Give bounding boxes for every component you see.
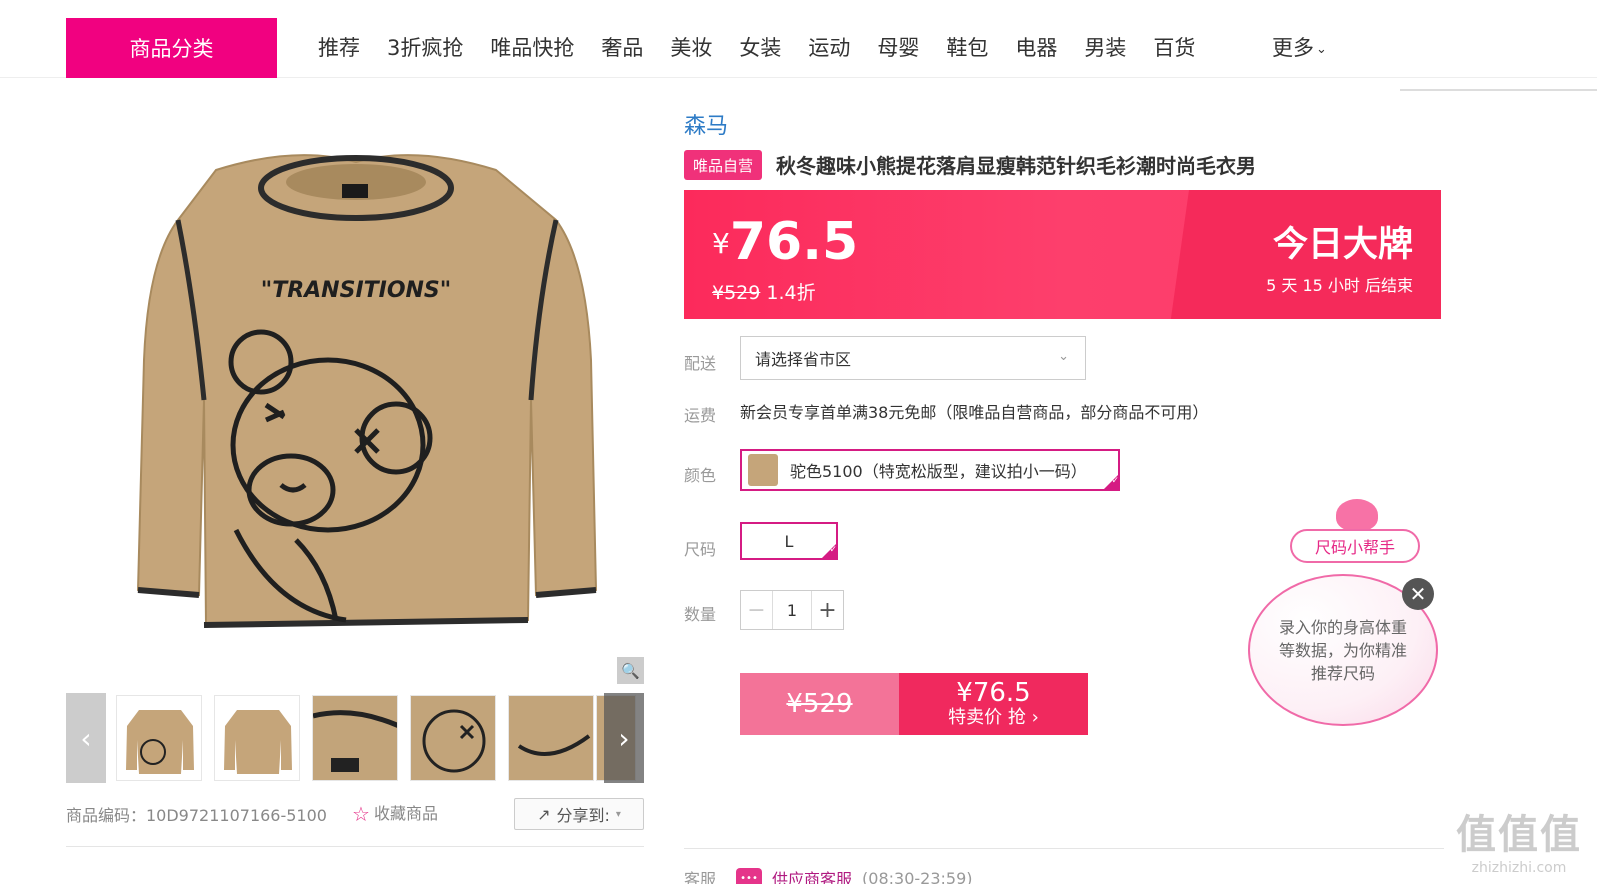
chevron-down-icon: ⌄ (1058, 349, 1069, 364)
countdown-text: 5 天 15 小时 后结束 (1266, 276, 1413, 295)
watermark: 值值值 zhizhizhi.com (1444, 802, 1594, 876)
original-price: ¥529 1.4折 (712, 278, 816, 305)
share-icon: ↗ (537, 804, 551, 824)
nav-item-recommend[interactable]: 推荐 (318, 32, 360, 62)
quantity-input[interactable]: 1 (773, 591, 811, 629)
nav-item-30-off[interactable]: 3折疯抢 (387, 32, 463, 62)
delivery-label: 配送 (684, 354, 717, 373)
share-button[interactable]: ↗ 分享到: ▾ (514, 798, 644, 830)
buy-now-label: 特卖价 抢 › (948, 707, 1039, 728)
current-price-value: 76.5 (729, 212, 859, 272)
nav-item-appliances[interactable]: 电器 (1015, 32, 1057, 62)
divider (684, 848, 1444, 849)
divider (66, 846, 644, 847)
original-price-value: ¥529 (712, 282, 761, 304)
region-select[interactable]: 请选择省市区 ⌄ (740, 336, 1086, 380)
thumbnail[interactable] (410, 695, 496, 781)
watermark-logo: 值值值 (1456, 812, 1582, 858)
caret-down-icon: ▾ (615, 808, 621, 820)
nav-item-beauty[interactable]: 美妆 (670, 32, 712, 62)
nav-item-luxury[interactable]: 奢品 (601, 32, 643, 62)
discount-label: 1.4折 (766, 282, 816, 304)
color-swatch-image (748, 454, 778, 486)
size-option-selected[interactable]: L (740, 522, 838, 560)
watermark-url: zhizhizhi.com (1471, 860, 1567, 876)
chevron-down-icon: ⌄ (1316, 41, 1327, 57)
star-icon: ☆ (352, 802, 370, 826)
nav-more[interactable]: 更多 ⌄ (1272, 32, 1327, 62)
shipping-info: 新会员专享首单满38元免邮（限唯品自营商品，部分商品不可用） (740, 403, 1209, 422)
price-banner: ¥76.5 ¥529 1.4折 今日大牌 5 天 15 小时 后结束 (684, 190, 1441, 319)
region-select-placeholder: 请选择省市区 (755, 350, 852, 369)
chevron-right-icon[interactable]: › (604, 693, 644, 783)
close-icon[interactable]: ✕ (1402, 578, 1434, 610)
thumbnail[interactable] (312, 695, 398, 781)
thumbnail-strip: ‹ › (66, 693, 644, 783)
product-title: 秋冬趣味小熊提花落肩显瘦韩范针织毛衫潮时尚毛衣男 (776, 154, 1256, 178)
chevron-left-icon[interactable]: ‹ (66, 693, 106, 783)
chat-icon: ••• (736, 868, 763, 884)
current-price: ¥76.5 (712, 212, 858, 272)
size-label: 尺码 (684, 540, 717, 559)
color-option-selected[interactable]: 驼色5100（特宽松版型，建议拍小一码） (740, 449, 1120, 491)
buy-now-price: ¥76.5 (956, 678, 1031, 708)
size-option-label: L (784, 531, 794, 551)
selected-check-icon (1102, 473, 1120, 491)
service-hours: (08:30-23:59) (862, 868, 973, 884)
shipping-label: 运费 (684, 406, 717, 425)
color-option-label: 驼色5100（特宽松版型，建议拍小一码） (790, 462, 1087, 481)
supplier-service-link[interactable]: 供应商客服 (772, 866, 852, 884)
category-button[interactable]: 商品分类 (66, 18, 277, 78)
nav-item-flash-sale[interactable]: 唯品快抢 (490, 32, 574, 62)
currency-symbol: ¥ (712, 227, 730, 260)
nav-more-label: 更多 (1272, 36, 1314, 60)
favorite-button[interactable]: ☆ 收藏商品 (352, 800, 438, 826)
buy-button-group: ¥529 ¥76.5 特卖价 抢 › (740, 673, 1088, 735)
quantity-label: 数量 (684, 605, 717, 624)
nav-item-women[interactable]: 女装 (739, 32, 781, 62)
size-helper-text: 录入你的身高体重等数据，为你精准推荐尺码 (1278, 617, 1407, 683)
thumbnail[interactable] (116, 695, 202, 781)
zoom-icon[interactable]: 🔍 (617, 657, 644, 684)
quantity-minus-button[interactable]: − (741, 591, 773, 629)
product-sku: 商品编码：10D9721107166-5100 (66, 806, 327, 825)
customer-service: 客服 ••• 供应商客服 (08:30-23:59) (684, 866, 973, 884)
promo-title: 今日大牌 (1272, 225, 1413, 265)
nav-item-shoes-bags[interactable]: 鞋包 (946, 32, 988, 62)
nav-item-baby[interactable]: 母婴 (877, 32, 919, 62)
brand-link[interactable]: 森马 (684, 108, 728, 140)
share-label: 分享到: (556, 806, 610, 825)
selected-check-icon (820, 542, 838, 560)
favorite-label: 收藏商品 (373, 804, 438, 823)
size-helper-tag[interactable]: 尺码小帮手 (1290, 529, 1420, 563)
nav-item-sports[interactable]: 运动 (808, 32, 850, 62)
nav-item-general[interactable]: 百货 (1153, 32, 1195, 62)
top-nav: 商品分类 推荐 3折疯抢 唯品快抢 奢品 美妆 女装 运动 母婴 鞋包 电器 男… (0, 0, 1597, 78)
mascot-icon (1336, 499, 1378, 531)
self-operated-badge: 唯品自营 (684, 150, 762, 180)
buy-now-button[interactable]: ¥76.5 特卖价 抢 › (899, 673, 1088, 735)
quantity-plus-button[interactable]: + (811, 591, 843, 629)
sweater-print-text: "TRANSITIONS" (261, 278, 452, 303)
buy-original-price: ¥529 (740, 673, 899, 735)
divider (1400, 89, 1597, 91)
quantity-stepper: − 1 + (740, 590, 844, 630)
thumbnail[interactable] (508, 695, 594, 781)
nav-menu: 推荐 3折疯抢 唯品快抢 奢品 美妆 女装 运动 母婴 鞋包 电器 男装 百货 (318, 32, 1222, 62)
service-label: 客服 (684, 870, 717, 884)
product-main-image[interactable]: "TRANSITIONS" (66, 100, 646, 680)
nav-item-men[interactable]: 男装 (1084, 32, 1126, 62)
thumbnail[interactable] (214, 695, 300, 781)
color-label: 颜色 (684, 466, 717, 485)
